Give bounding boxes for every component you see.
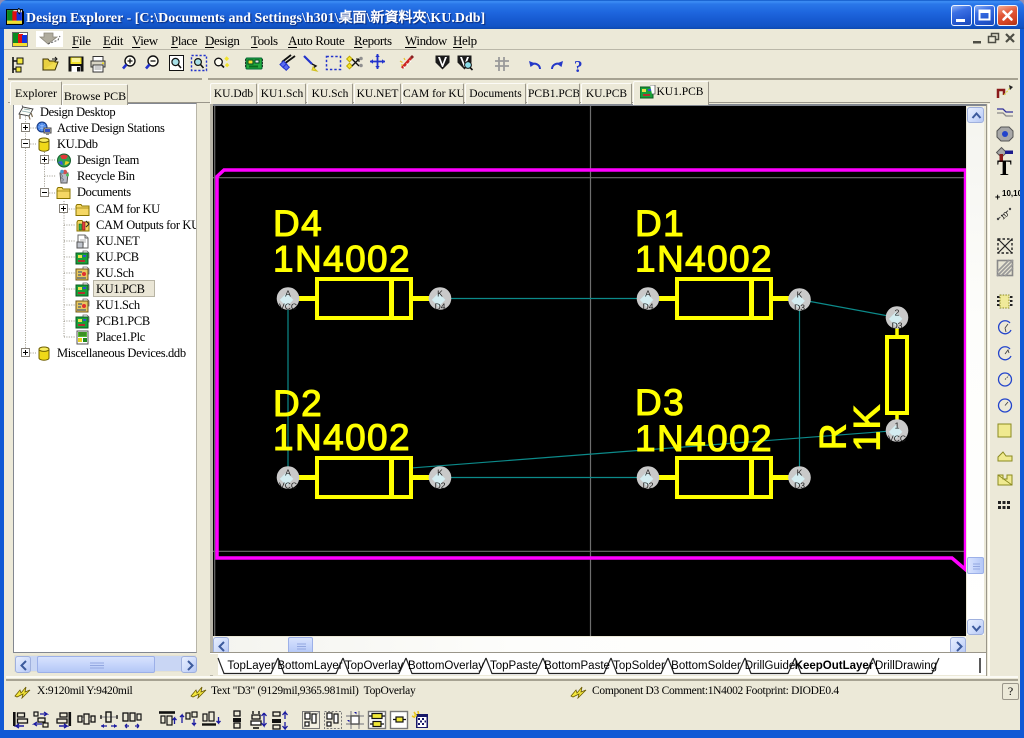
svg-text:D3: D3 [794,481,805,491]
svg-text:A: A [285,468,291,478]
svg-text:VCC: VCC [279,481,297,491]
svg-text:K: K [437,468,443,478]
svg-text:BottomPaste: BottomPaste [544,660,610,672]
svg-text:T: T [997,155,1012,180]
svg-text:D3: D3 [794,303,805,313]
svg-text:1N4002: 1N4002 [635,239,773,280]
svg-text:BottomOverlay: BottomOverlay [408,660,484,672]
svg-text:1N4002: 1N4002 [273,417,411,458]
svg-text:+: + [995,192,1000,202]
svg-text:D2: D2 [643,481,654,491]
svg-text:A: A [645,468,651,478]
svg-text:?: ? [574,57,583,76]
svg-text:K: K [437,289,443,299]
svg-text:1N4002: 1N4002 [635,418,773,459]
svg-text:TopOverlay: TopOverlay [345,660,403,672]
svg-text:A: A [645,289,651,299]
svg-text:DrillGuide: DrillGuide [745,660,796,672]
svg-text:2: 2 [895,308,900,318]
svg-text:D2: D2 [435,481,446,491]
svg-text:A: A [285,289,291,299]
svg-text:TopLayer: TopLayer [227,660,274,672]
svg-text:K: K [797,468,803,478]
svg-text:VCC: VCC [279,302,297,312]
svg-text:1: 1 [895,421,900,431]
svg-text:VCC: VCC [888,434,906,444]
svg-text:D4: D4 [643,302,654,312]
svg-text:TopSolder: TopSolder [613,660,665,672]
svg-text:10: 10 [1000,211,1011,221]
svg-text:10,10: 10,10 [1002,189,1020,198]
svg-text:1K: 1K [847,403,888,451]
svg-text:TopPaste: TopPaste [490,660,538,672]
svg-text:D3: D3 [635,382,685,423]
svg-text:BottomSolder: BottomSolder [671,660,741,672]
svg-text:D4: D4 [435,302,446,312]
svg-text:BottomLayer: BottomLayer [277,660,342,672]
svg-text:KeepOutLayer: KeepOutLayer [795,660,874,672]
svg-text:1N4002: 1N4002 [273,239,411,280]
svg-text:K: K [797,290,803,300]
svg-text:D3: D3 [892,321,903,331]
svg-text:DrillDrawing: DrillDrawing [875,660,937,672]
